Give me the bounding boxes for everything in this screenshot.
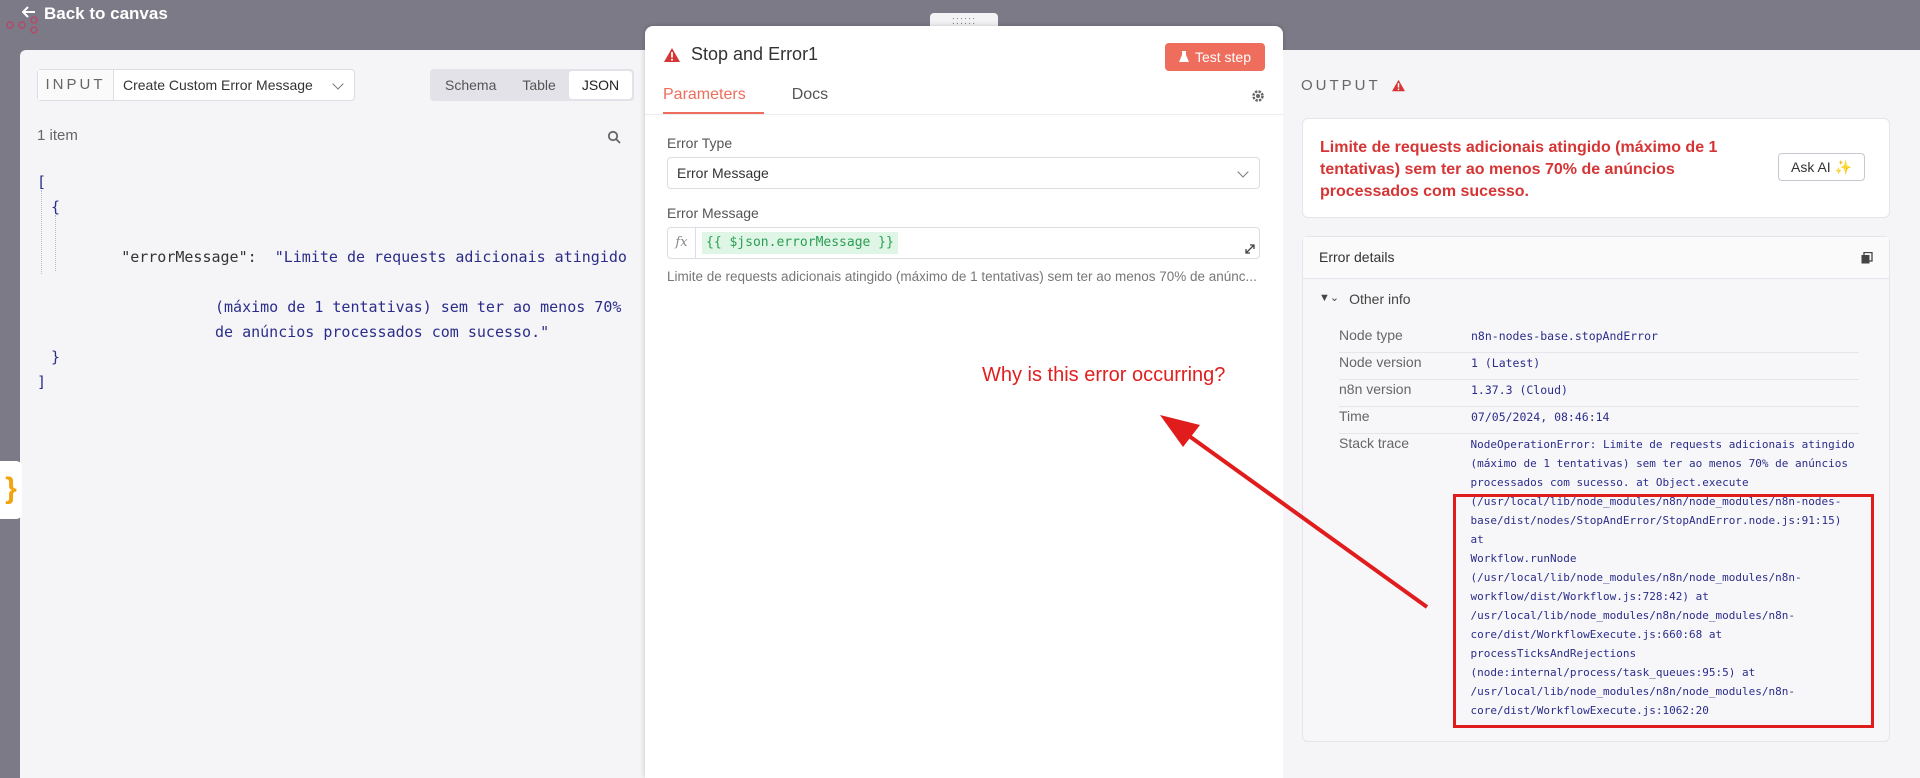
view-mode-tabs: Schema Table JSON: [430, 69, 635, 101]
items-count: 1 item: [37, 127, 78, 144]
error-type-select[interactable]: Error Message: [667, 157, 1260, 189]
detail-key: n8n version: [1339, 381, 1412, 397]
detail-value: n8n-nodes-base.stopAndError: [1471, 329, 1658, 343]
error-type-value: Error Message: [677, 165, 769, 181]
json-open-bracket: [: [37, 173, 47, 191]
detail-key: Node version: [1339, 354, 1422, 370]
test-step-button[interactable]: Test step: [1164, 43, 1265, 71]
input-node-select-value: Create Custom Error Message: [123, 77, 313, 93]
output-label: OUTPUT: [1301, 77, 1381, 94]
detail-key: Stack trace: [1339, 435, 1410, 451]
tab-docs[interactable]: Docs: [792, 86, 828, 114]
node-settings-panel: Stop and Error1 Test step Parameters Doc…: [645, 26, 1283, 778]
search-icon[interactable]: [607, 130, 621, 144]
detail-key: Time: [1339, 408, 1370, 424]
annotation-highlight-box: [1453, 494, 1874, 728]
stack-trace-line: (máximo de 1 tentativas) sem ter ao meno…: [1470, 457, 1849, 470]
flask-icon: [1178, 51, 1189, 62]
chevron-down-icon: [1237, 166, 1249, 178]
json-key: "errorMessage":: [121, 248, 257, 266]
expression-chip: {{ $json.errorMessage }}: [702, 232, 898, 254]
detail-row-node-version: Node version 1 (Latest): [1339, 354, 1859, 380]
node-header: Stop and Error1: [663, 44, 818, 65]
error-details-header: Error details: [1303, 237, 1889, 279]
node-tabs: Parameters Docs: [663, 86, 856, 114]
error-message-label: Error Message: [667, 205, 759, 221]
copy-icon[interactable]: [1861, 252, 1873, 264]
json-value-line: de anúncios processados com sucesso.": [215, 323, 550, 341]
chevron-down-icon: [332, 78, 344, 90]
output-header: OUTPUT: [1301, 77, 1406, 94]
parameters-area: Error Type Error Message Error Message f…: [645, 114, 1283, 778]
input-node-select[interactable]: Create Custom Error Message: [114, 70, 354, 100]
expression-preview: Limite de requests adicionais atingido (…: [667, 269, 1257, 284]
error-message-card: Limite de requests adicionais atingido (…: [1302, 118, 1890, 218]
n8n-logo-icon: [6, 16, 38, 34]
warning-triangle-icon: [664, 47, 680, 62]
stack-trace-line: processados com sucesso. at Object.execu…: [1470, 476, 1749, 489]
detail-row-node-type: Node type n8n-nodes-base.stopAndError: [1339, 327, 1859, 353]
input-panel: INPUT Create Custom Error Message Schema…: [20, 50, 645, 778]
json-open-brace: {: [51, 198, 61, 216]
input-label: INPUT: [38, 70, 114, 100]
code-node-brace-icon[interactable]: }: [0, 461, 22, 519]
back-label: Back to canvas: [44, 4, 168, 23]
json-close-brace: }: [51, 348, 61, 366]
json-value-line: (máximo de 1 tentativas) sem ter ao meno…: [215, 298, 622, 316]
json-viewer: [ { "errorMessage": "Limite de requests …: [37, 170, 627, 395]
tab-table[interactable]: Table: [509, 71, 568, 99]
error-type-label: Error Type: [667, 135, 733, 151]
tab-json[interactable]: JSON: [568, 71, 633, 99]
json-close-bracket: ]: [37, 373, 47, 391]
warning-triangle-icon: [1391, 79, 1405, 92]
detail-row-n8n-version: n8n version 1.37.3 (Cloud): [1339, 381, 1859, 407]
stack-trace-line: NodeOperationError: Limite de requests a…: [1470, 438, 1855, 451]
gear-icon[interactable]: [1251, 89, 1265, 103]
error-details-title: Error details: [1319, 249, 1395, 265]
test-step-label: Test step: [1194, 49, 1251, 65]
error-message-text: Limite de requests adicionais atingido (…: [1320, 139, 1718, 200]
detail-key: Node type: [1339, 327, 1403, 343]
other-info-label: Other info: [1349, 291, 1411, 307]
ask-ai-button[interactable]: Ask AI ✨: [1777, 153, 1865, 181]
detail-value: 1.37.3 (Cloud): [1471, 383, 1568, 397]
other-info-toggle[interactable]: ▼⌄ Other info: [1319, 291, 1411, 307]
detail-row-time: Time 07/05/2024, 08:46:14: [1339, 408, 1859, 434]
node-title: Stop and Error1: [691, 44, 819, 64]
expand-icon[interactable]: [1245, 244, 1255, 254]
caret-down-icon: ▼⌄: [1319, 292, 1340, 304]
json-value-line: "Limite de requests adicionais atingido: [274, 248, 627, 266]
detail-value: 07/05/2024, 08:46:14: [1471, 410, 1610, 424]
fx-icon: fx: [668, 228, 696, 258]
error-message-expression-input[interactable]: fx {{ $json.errorMessage }}: [667, 227, 1260, 259]
input-header: INPUT Create Custom Error Message: [37, 69, 355, 101]
annotation-question: Why is this error occurring?: [982, 364, 1226, 386]
detail-value: 1 (Latest): [1471, 356, 1541, 370]
tab-schema[interactable]: Schema: [432, 71, 509, 99]
tab-parameters[interactable]: Parameters: [663, 86, 764, 114]
